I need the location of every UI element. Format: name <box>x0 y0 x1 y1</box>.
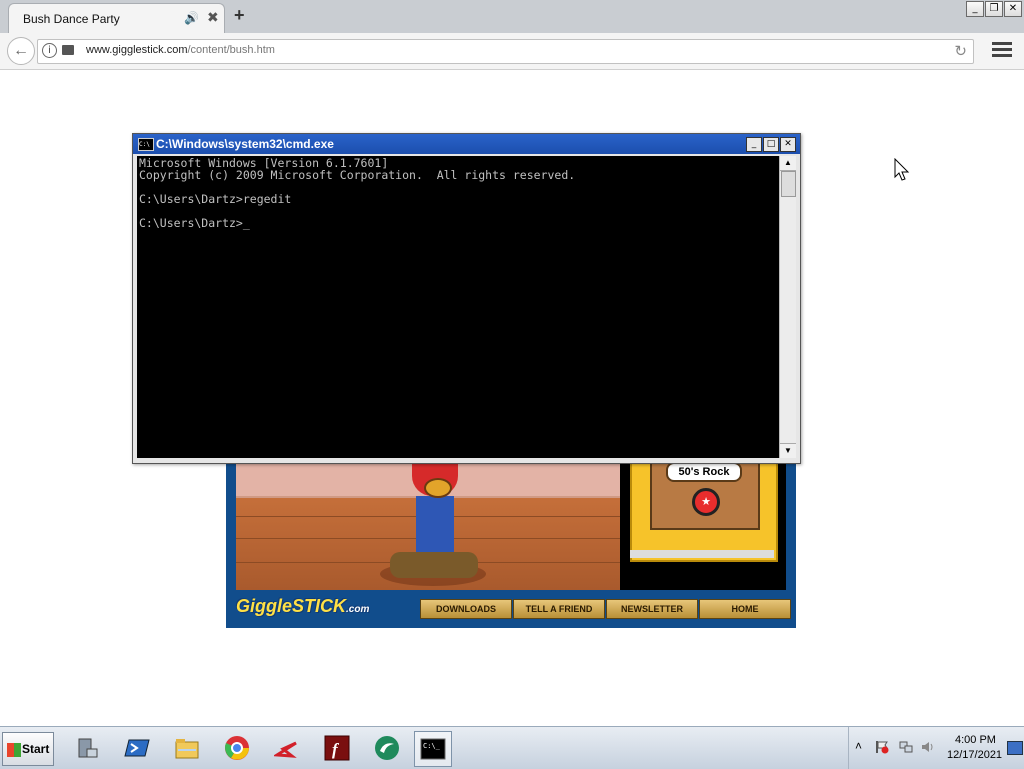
action-center-flag-icon[interactable] <box>875 740 889 754</box>
flash-icon[interactable]: f <box>319 731 355 765</box>
cmd-title: C:\Windows\system32\cmd.exe <box>156 137 334 151</box>
cmd-taskbar-icon[interactable]: C:\_ <box>414 731 452 767</box>
windows-logo-icon <box>7 742 21 757</box>
url-text[interactable]: www.gigglestick.com/content/bush.htm <box>86 44 275 56</box>
cmd-title-bar[interactable]: C:\ C:\Windows\system32\cmd.exe _ □ ✕ <box>133 134 800 154</box>
browser-tab[interactable]: Bush Dance Party 🔊 ✖ <box>8 3 225 34</box>
window-controls: _ ❐ ✕ <box>966 1 1022 17</box>
jukebox-label: 50's Rock <box>666 462 742 482</box>
dancer-boots <box>390 552 478 578</box>
server-manager-icon[interactable] <box>69 731 105 765</box>
cmd-maximize-button[interactable]: □ <box>763 137 779 152</box>
clock-date[interactable]: 12/17/2021 <box>947 749 1002 761</box>
game-nav: DOWNLOADS TELL A FRIEND NEWSLETTER HOME <box>420 599 791 619</box>
star-button-icon[interactable]: ★ <box>692 488 720 516</box>
hamburger-menu-icon[interactable] <box>992 42 1012 60</box>
reload-icon[interactable]: ↻ <box>954 42 967 60</box>
tab-close-icon[interactable]: ✖ <box>207 9 219 26</box>
navigation-bar: ← i www.gigglestick.com/content/bush.htm… <box>0 33 1024 70</box>
newsletter-button[interactable]: NEWSLETTER <box>606 599 698 619</box>
back-button[interactable]: ← <box>7 37 35 65</box>
new-tab-button[interactable]: + <box>234 5 245 26</box>
cmd-window[interactable]: C:\ C:\Windows\system32\cmd.exe _ □ ✕ Mi… <box>132 133 801 464</box>
scroll-thumb[interactable] <box>781 171 796 197</box>
volume-icon[interactable] <box>921 740 935 754</box>
app-icon[interactable] <box>369 731 405 765</box>
info-icon[interactable]: i <box>42 43 57 58</box>
chrome-icon[interactable] <box>219 731 255 765</box>
cmd-console[interactable]: Microsoft Windows [Version 6.1.7601] Cop… <box>137 156 779 458</box>
mouse-cursor-icon <box>894 158 910 181</box>
logo-main: GiggleSTICK <box>236 596 347 616</box>
svg-text:C:\_: C:\_ <box>423 742 441 750</box>
scroll-up-icon[interactable]: ▲ <box>780 156 796 171</box>
start-label: Start <box>22 742 50 756</box>
dancer-legs <box>416 496 454 558</box>
clock-time[interactable]: 4:00 PM <box>955 734 996 746</box>
downloads-button[interactable]: DOWNLOADS <box>420 599 512 619</box>
cmd-scrollbar[interactable]: ▲ ▼ <box>779 156 796 458</box>
system-tray: ˄ 4:00 PM 12/17/2021 <box>848 727 1024 769</box>
url-path: /content/bush.htm <box>187 44 275 56</box>
home-button[interactable]: HOME <box>699 599 791 619</box>
chevron-up-icon[interactable]: ˄ <box>855 739 862 753</box>
cmd-close-button[interactable]: ✕ <box>780 137 796 152</box>
url-domain: www.gigglestick.com <box>86 44 188 56</box>
minimize-button[interactable]: _ <box>966 1 984 17</box>
tab-title: Bush Dance Party <box>23 12 120 26</box>
jukebox-base <box>630 550 774 558</box>
tell-a-friend-button[interactable]: TELL A FRIEND <box>513 599 605 619</box>
logo-suffix: .com <box>346 604 370 615</box>
page-icon <box>62 45 74 55</box>
game-area[interactable]: 50's Rock ★ GiggleSTICK.com DOWNLOADS TE… <box>226 460 796 628</box>
restore-button[interactable]: ❐ <box>985 1 1003 17</box>
close-button[interactable]: ✕ <box>1004 1 1022 17</box>
show-desktop-icon[interactable] <box>1007 741 1023 755</box>
powershell-icon[interactable] <box>119 731 155 765</box>
speaker-icon[interactable]: 🔊 <box>184 11 199 25</box>
acrobat-icon[interactable] <box>269 731 305 765</box>
taskbar: Start f C:\_ ˄ 4:00 PM 12/17/2021 <box>0 726 1024 769</box>
explorer-icon[interactable] <box>169 731 205 765</box>
start-button[interactable]: Start <box>2 732 54 766</box>
scroll-down-icon[interactable]: ▼ <box>780 443 796 458</box>
cmd-window-controls: _ □ ✕ <box>746 137 796 152</box>
network-icon[interactable] <box>899 740 913 754</box>
cmd-minimize-button[interactable]: _ <box>746 137 762 152</box>
belt-buckle <box>424 478 452 498</box>
cmd-window-icon[interactable]: C:\ <box>138 138 154 151</box>
gigglestick-logo[interactable]: GiggleSTICK.com <box>236 596 369 617</box>
address-bar[interactable]: i www.gigglestick.com/content/bush.htm ↻ <box>37 39 974 64</box>
console-output: Microsoft Windows [Version 6.1.7601] Cop… <box>139 156 576 230</box>
tab-strip: Bush Dance Party 🔊 ✖ + _ ❐ ✕ <box>0 0 1024 34</box>
